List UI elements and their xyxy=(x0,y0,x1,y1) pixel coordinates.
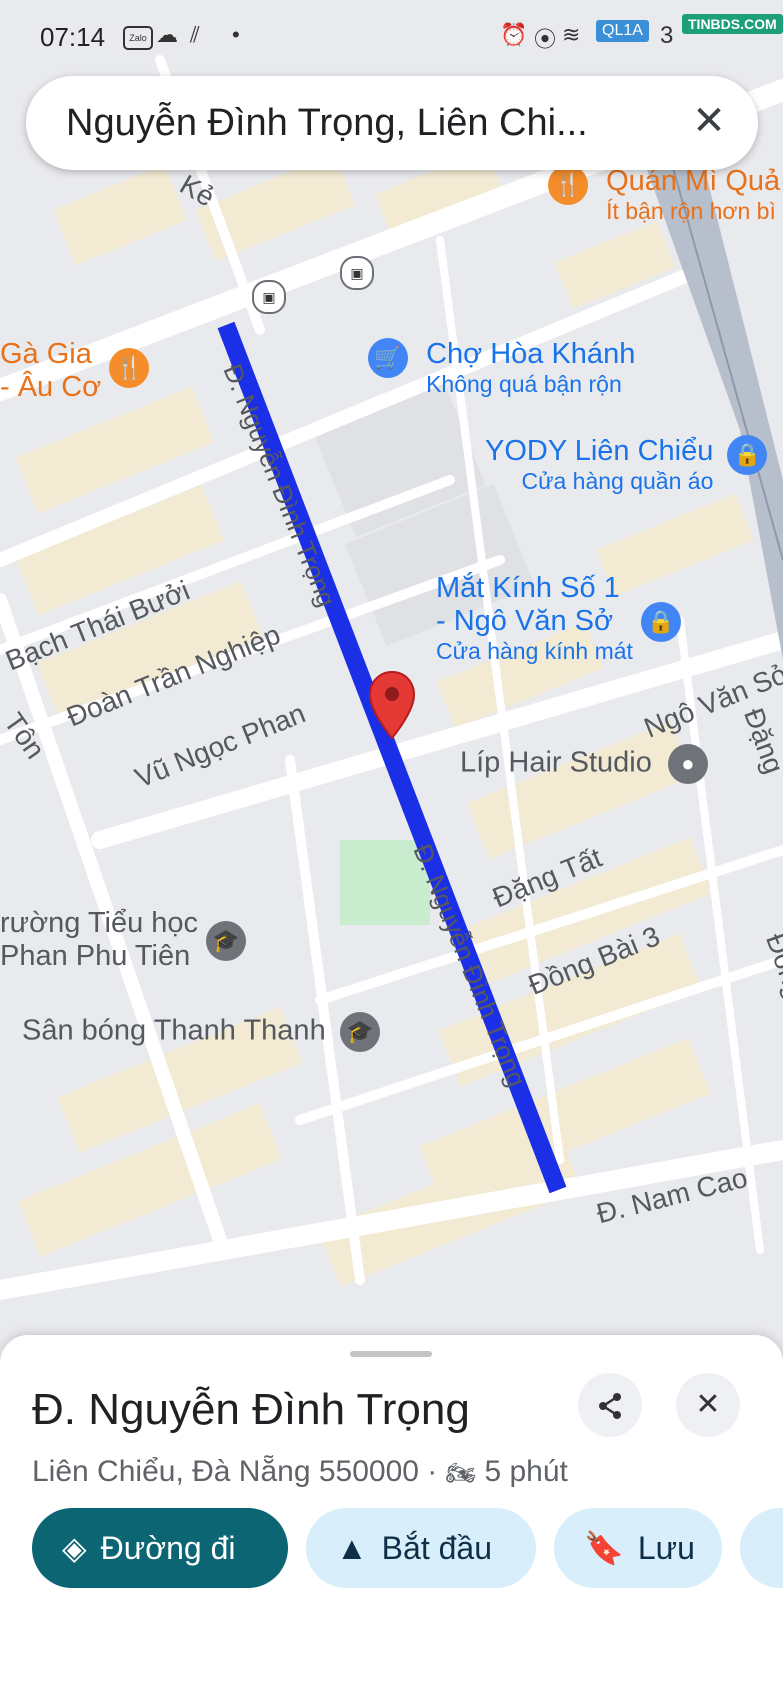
battery-level: 3 xyxy=(660,22,674,49)
drag-handle[interactable] xyxy=(350,1351,432,1357)
search-bar[interactable]: Nguyễn Đình Trọng, Liên Chi... ✕ xyxy=(26,76,758,170)
place-title: Đ. Nguyễn Đình Trọng xyxy=(32,1385,470,1434)
close-sheet-button[interactable]: ✕ xyxy=(676,1373,740,1437)
close-icon: ✕ xyxy=(695,1388,721,1421)
place-location: Liên Chiểu, Đà Nẵng 550000 xyxy=(32,1455,419,1488)
bookmark-icon: 🔖 xyxy=(584,1530,624,1566)
dot-icon: • xyxy=(232,22,240,47)
status-bar: 07:14 Zalo ☁ ⫽ • ⏰ ⦿ ≋ QL1A 3 TINBDS.COM xyxy=(0,0,783,74)
travel-time: 5 phút xyxy=(484,1455,568,1488)
save-button[interactable]: 🔖 Lưu xyxy=(554,1508,722,1588)
watermark-logo: TINBDS.COM xyxy=(682,14,783,34)
navigation-arrow-icon: ▲ xyxy=(336,1530,368,1566)
overlay-badge: QL1A xyxy=(596,20,649,42)
motorbike-icon: 🏍 xyxy=(445,1460,477,1487)
status-time: 07:14 xyxy=(40,22,106,52)
share-button[interactable] xyxy=(578,1373,642,1437)
save-label: Lưu xyxy=(637,1530,695,1566)
place-subtitle-line: Liên Chiểu, Đà Nẵng 550000 · 🏍 5 phút xyxy=(32,1455,568,1489)
more-actions-button[interactable] xyxy=(740,1508,783,1588)
cloud-icon: ☁ xyxy=(156,22,178,47)
start-button[interactable]: ▲ Bắt đầu xyxy=(306,1508,536,1588)
share-icon xyxy=(599,1393,621,1420)
close-icon[interactable]: ✕ xyxy=(686,98,732,144)
wifi-icon: ≋ xyxy=(562,22,581,47)
directions-button[interactable]: ◈ Đường đi xyxy=(32,1508,288,1588)
place-details-sheet[interactable]: Đ. Nguyễn Đình Trọng ✕ Liên Chiểu, Đà Nẵ… xyxy=(0,1335,783,1696)
separator: · xyxy=(427,1455,438,1488)
park-area xyxy=(340,840,430,925)
zalo-icon: Zalo xyxy=(123,26,153,50)
search-query[interactable]: Nguyễn Đình Trọng, Liên Chi... xyxy=(66,102,588,145)
location-icon: ⦿ xyxy=(534,27,557,52)
alarm-icon: ⏰ xyxy=(500,22,528,47)
start-label: Bắt đầu xyxy=(381,1530,492,1566)
directions-label: Đường đi xyxy=(100,1530,236,1566)
directions-icon: ◈ xyxy=(62,1530,87,1566)
data-sync-icon: ⫽ xyxy=(190,22,200,47)
